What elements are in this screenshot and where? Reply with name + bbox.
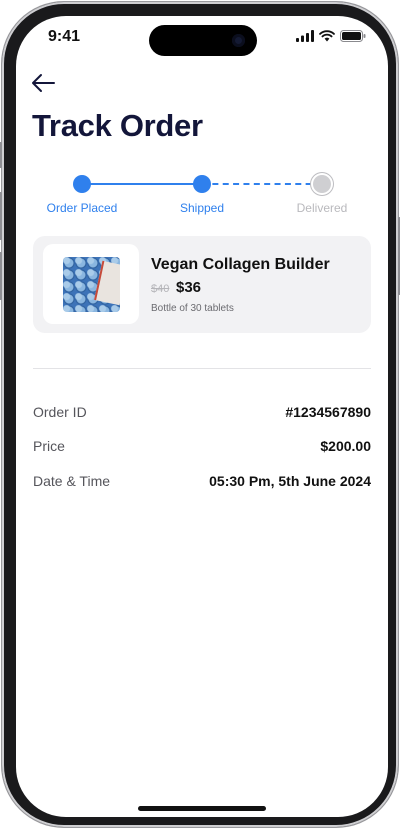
product-card[interactable]: Vegan Collagen Builder $40 $36 Bottle of… [33, 236, 371, 333]
step-label-delivered: Delivered [296, 201, 348, 215]
arrow-left-icon [32, 74, 55, 92]
step-dot-delivered [313, 175, 331, 193]
home-indicator[interactable] [138, 806, 266, 811]
progress-line-completed [82, 183, 202, 185]
step-label-shipped: Shipped [179, 201, 225, 215]
step-dot-order-placed [73, 175, 91, 193]
detail-label: Price [33, 438, 65, 454]
order-progress-stepper: Order Placed Shipped Delivered [16, 171, 388, 221]
progress-line-pending [202, 183, 322, 185]
page-title: Track Order [32, 108, 203, 143]
step-dot-shipped [193, 175, 211, 193]
detail-value: $200.00 [320, 438, 371, 454]
cellular-signal-icon [296, 30, 314, 42]
step-label-order-placed: Order Placed [46, 201, 118, 215]
battery-icon [340, 30, 366, 42]
detail-value: 05:30 Pm, 5th June 2024 [209, 473, 371, 489]
product-image [63, 257, 120, 312]
back-button[interactable] [30, 72, 56, 94]
volume-up-button [0, 192, 2, 240]
app-screen: 9:41 Track Order Order Placed Shipped De… [16, 16, 388, 817]
status-bar: 9:41 [16, 16, 388, 66]
product-image-label [94, 260, 120, 306]
camera-icon [232, 34, 245, 47]
detail-value: #1234567890 [285, 404, 371, 420]
product-name: Vegan Collagen Builder [151, 256, 330, 273]
dynamic-island [149, 25, 257, 56]
detail-row-price: Price $200.00 [33, 438, 371, 458]
status-icons [296, 30, 366, 42]
detail-label: Order ID [33, 404, 87, 420]
product-pack-size: Bottle of 30 tablets [151, 303, 234, 314]
wifi-icon [319, 30, 335, 42]
volume-down-button [0, 252, 2, 300]
detail-row-date-time: Date & Time 05:30 Pm, 5th June 2024 [33, 473, 371, 493]
phone-frame: 9:41 Track Order Order Placed Shipped De… [0, 2, 400, 827]
product-price: $36 [176, 279, 202, 296]
product-thumbnail [43, 244, 139, 324]
section-divider [33, 368, 371, 369]
detail-row-order-id: Order ID #1234567890 [33, 404, 371, 424]
action-button [0, 142, 2, 168]
status-time: 9:41 [48, 28, 81, 45]
detail-label: Date & Time [33, 473, 111, 489]
product-old-price: $40 [151, 283, 170, 295]
